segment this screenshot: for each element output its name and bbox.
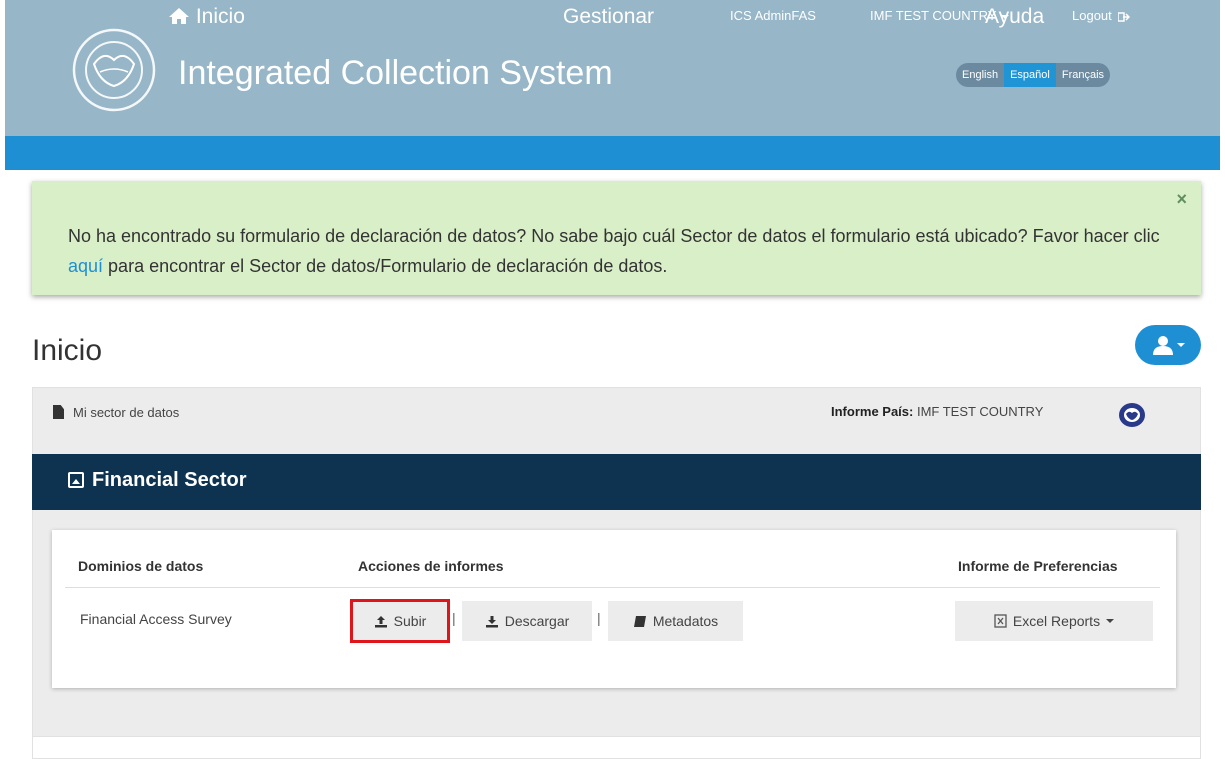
page-title: Inicio	[32, 334, 103, 367]
collapse-icon[interactable]	[68, 472, 84, 488]
main-navbar	[5, 136, 1220, 170]
excel-reports-label: Excel Reports	[1012, 613, 1101, 629]
column-header-actions: Acciones de informes	[358, 558, 504, 574]
download-icon	[485, 615, 498, 627]
book-icon	[633, 615, 646, 627]
language-switcher: English Español Français	[956, 63, 1111, 87]
panel-footer	[32, 737, 1201, 759]
language-french-button[interactable]: Français	[1056, 63, 1110, 87]
home-icon	[169, 8, 189, 24]
column-header-domains: Dominios de datos	[78, 558, 204, 574]
country-menu-label: IMF TEST COUNTRY	[870, 8, 997, 23]
chevron-down-icon	[1106, 619, 1115, 623]
imf-seal-small-icon	[1119, 403, 1145, 427]
nav-item-home[interactable]: Inicio	[168, 0, 245, 34]
metadata-label: Metadatos	[652, 613, 719, 629]
logout-label: Logout	[1072, 8, 1112, 23]
app-title: Integrated Collection System	[178, 54, 613, 92]
domain-cell: Financial Access Survey	[80, 611, 232, 627]
chevron-down-icon	[1176, 343, 1185, 347]
country-label: Informe País:	[831, 404, 914, 419]
imf-seal-icon	[72, 28, 156, 112]
nav-home-label: Inicio	[195, 5, 245, 28]
logout-link[interactable]: Logout	[1072, 8, 1131, 23]
sector-title: Financial Sector	[92, 469, 247, 491]
info-alert: × No ha encontrado su formulario de decl…	[32, 181, 1201, 295]
alert-message: No ha encontrado su formulario de declar…	[68, 221, 1178, 281]
excel-reports-dropdown[interactable]: Excel Reports	[955, 601, 1153, 641]
country-info: Informe País: IMF TEST COUNTRY	[831, 404, 1043, 419]
upload-highlight-box	[350, 599, 450, 643]
download-label: Descargar	[504, 613, 570, 629]
alert-text-after: para encontrar el Sector de datos/Formul…	[103, 256, 668, 276]
file-icon	[53, 405, 64, 419]
alert-link[interactable]: aquí	[68, 256, 103, 276]
user-menu-button[interactable]	[1135, 325, 1201, 365]
nav-item-manage[interactable]: Gestionar	[563, 0, 654, 34]
user-icon	[1152, 336, 1173, 355]
user-link[interactable]: ICS AdminFAS	[730, 8, 816, 23]
language-english-button[interactable]: English	[956, 63, 1004, 87]
alert-text-before: No ha encontrado su formulario de declar…	[68, 226, 1160, 246]
download-button[interactable]: Descargar	[462, 601, 592, 641]
logout-icon	[1117, 11, 1131, 22]
action-separator: |	[597, 610, 601, 626]
country-value: IMF TEST COUNTRY	[916, 404, 1044, 419]
close-icon[interactable]: ×	[1176, 189, 1187, 210]
table-divider	[65, 587, 1160, 588]
language-spanish-button[interactable]: Español	[1004, 63, 1056, 87]
metadata-button[interactable]: Metadatos	[608, 601, 743, 641]
column-header-preferences: Informe de Preferencias	[958, 558, 1118, 574]
panel-title: Mi sector de datos	[73, 405, 180, 420]
nav-item-help[interactable]: Ayuda	[985, 0, 1044, 34]
excel-file-icon	[994, 614, 1007, 628]
action-separator: |	[452, 610, 456, 626]
